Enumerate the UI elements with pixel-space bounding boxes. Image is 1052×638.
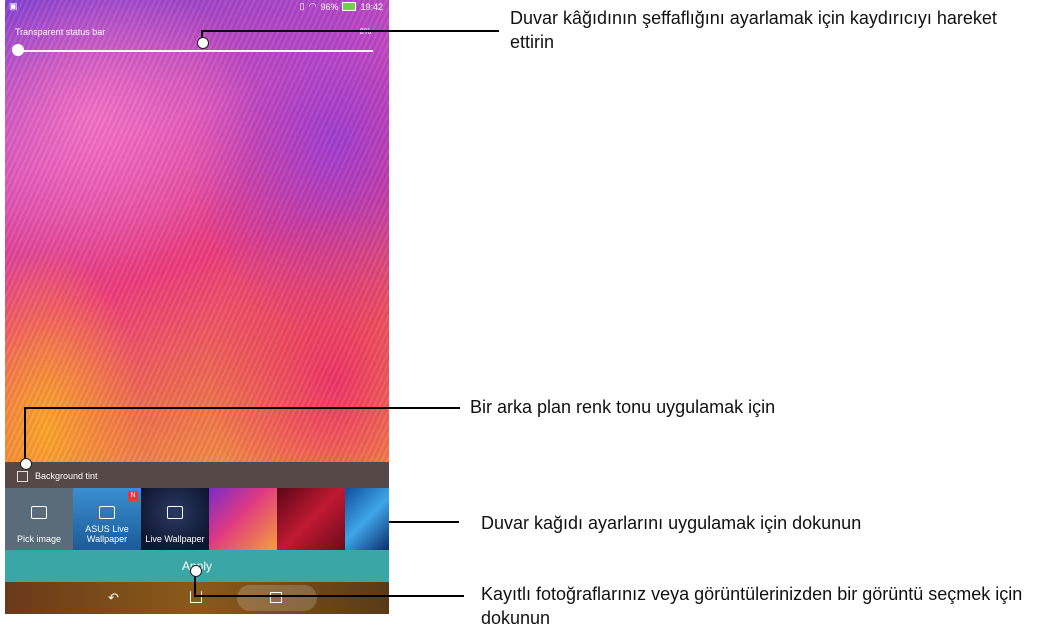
tint-callout-line <box>24 407 460 409</box>
clock: 19:42 <box>360 1 383 12</box>
vibrate-icon: ▯ <box>299 1 305 11</box>
battery-percent: 96% <box>320 1 339 12</box>
battery-icon <box>342 2 357 11</box>
home-icon[interactable] <box>190 591 202 603</box>
background-tint-row[interactable]: Background tint <box>5 462 389 488</box>
wallpaper-thumbnail[interactable] <box>345 488 389 550</box>
status-bar: ▣ ▯ ◠ 96% 19:42 <box>5 0 389 14</box>
live-wallpaper-icon <box>99 506 115 519</box>
wallpaper-thumbnail[interactable] <box>277 488 345 550</box>
wifi-icon: ◠ <box>308 1 317 11</box>
asus-live-wallpaper-thumbnail[interactable]: N ASUS Live Wallpaper <box>73 488 141 550</box>
background-tint-label: Background tint <box>35 471 98 481</box>
apply-callout-text: Duvar kağıdı ayarlarını uygulamak için d… <box>481 513 862 533</box>
wallpaper-thumbnail[interactable] <box>209 488 277 550</box>
thumbnail-label: Live Wallpaper <box>145 534 205 544</box>
live-wallpaper-thumbnail[interactable]: Live Wallpaper <box>141 488 209 550</box>
slider-callout-dot <box>197 37 209 49</box>
background-tint-checkbox[interactable] <box>17 471 28 482</box>
thumbnail-label: ASUS Live Wallpaper <box>85 524 129 544</box>
apply-callout-line <box>389 521 459 523</box>
transparent-status-bar-label: Transparent status bar <box>15 27 106 37</box>
gallery-icon: ▣ <box>9 1 18 11</box>
pick-callout-text: Kayıtlı fotoğraflarınız veya görüntüleri… <box>481 584 1023 628</box>
tint-callout-dot <box>20 458 32 470</box>
wallpaper-preview <box>5 0 389 462</box>
recent-apps-icon[interactable] <box>270 592 282 603</box>
pick-image-thumbnail[interactable]: Pick image <box>5 488 73 550</box>
image-icon <box>31 506 47 519</box>
transparency-slider-track[interactable] <box>17 50 373 52</box>
phone-screenshot: ▣ ▯ ◠ 96% 19:42 Transparent status bar 0… <box>5 0 389 614</box>
tint-callout-line <box>24 407 26 463</box>
thumbnail-label: Pick image <box>16 534 61 544</box>
slider-callout-text: Duvar kâğıdının şeffaflığını ayarlamak i… <box>510 8 997 52</box>
pick-callout-line <box>194 595 464 597</box>
wallpaper-thumbnails: Pick image N ASUS Live Wallpaper Live Wa… <box>5 488 389 550</box>
back-icon[interactable]: ↶ <box>108 590 119 606</box>
pick-callout-dot <box>190 565 202 577</box>
status-icons: ▯ ◠ 96% 19:42 <box>300 1 383 12</box>
navigation-bar: ↶ <box>5 582 389 614</box>
slider-callout-line <box>201 30 499 32</box>
new-badge: N <box>128 491 138 501</box>
live-wallpaper-icon <box>167 506 183 519</box>
tint-callout-text: Bir arka plan renk tonu uygulamak için <box>470 397 776 417</box>
transparency-slider-thumb[interactable] <box>12 44 24 56</box>
